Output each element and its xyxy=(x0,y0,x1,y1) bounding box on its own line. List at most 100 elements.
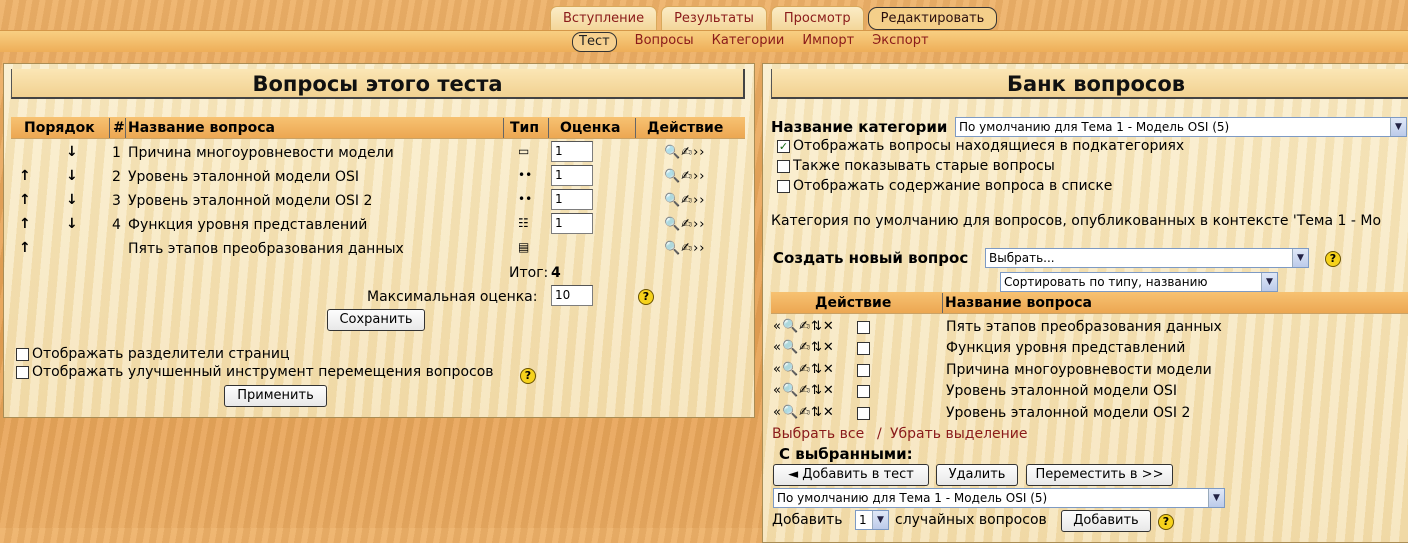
questions-table-header: Порядок # Название вопроса Тип Оценка Де… xyxy=(11,117,745,139)
category-select[interactable]: По умолчанию для Тема 1 - Модель OSI (5)… xyxy=(955,117,1407,137)
arrow-up-icon[interactable]: ↑ xyxy=(19,168,31,184)
bank-row-actions[interactable]: «🔍✍⇅✕ xyxy=(773,383,835,398)
select-separator: / xyxy=(877,426,882,442)
question-bank-panel: Банк вопросов Название категории По умол… xyxy=(762,63,1408,543)
show-reorder-tool-label: Отображать улучшенный инструмент перемещ… xyxy=(32,364,494,380)
bank-question-name: Уровень эталонной модели OSI 2 xyxy=(946,405,1191,421)
bank-question-name: Причина многоуровневости модели xyxy=(946,362,1212,378)
row-actions[interactable]: 🔍✍›› xyxy=(664,193,705,208)
col-name: Название вопроса xyxy=(945,295,1092,311)
chevron-down-icon: ▼ xyxy=(1208,489,1224,507)
chevron-down-icon: ▼ xyxy=(1292,249,1308,267)
random-suffix-label: случайных вопросов xyxy=(895,512,1047,528)
subtab-export[interactable]: Экспорт xyxy=(872,30,928,52)
row-actions[interactable]: 🔍✍›› xyxy=(664,145,705,160)
move-to-button[interactable]: Переместить в >> xyxy=(1026,464,1173,486)
multichoice-type-icon: ☷ xyxy=(518,216,529,230)
bank-row-actions[interactable]: «🔍✍⇅✕ xyxy=(773,340,835,355)
bank-row-checkbox[interactable] xyxy=(857,342,870,355)
subtabs: Тест Вопросы Категории Импорт Экспорт xyxy=(572,30,929,52)
tab-preview[interactable]: Просмотр xyxy=(770,6,864,30)
arrow-down-icon[interactable]: ↓ xyxy=(66,192,78,208)
question-name: Уровень эталонной модели OSI xyxy=(128,169,360,185)
bank-row-actions[interactable]: «🔍✍⇅✕ xyxy=(773,405,835,420)
bank-table-header: Действие Название вопроса xyxy=(771,292,1408,314)
shortanswer-type-icon: ▭ xyxy=(518,144,530,158)
select-all-link[interactable]: Выбрать все xyxy=(772,426,864,442)
panel-title: Банк вопросов xyxy=(771,69,1408,99)
question-name: Уровень эталонной модели OSI 2 xyxy=(128,193,373,209)
grade-input[interactable]: 1 xyxy=(551,213,593,234)
bank-row-checkbox[interactable] xyxy=(857,364,870,377)
bank-row-checkbox[interactable] xyxy=(857,385,870,398)
random-count-select[interactable]: 1 ▼ xyxy=(855,510,889,530)
grade-input[interactable]: 1 xyxy=(551,189,593,210)
help-icon[interactable]: ? xyxy=(638,289,654,305)
show-page-breaks-checkbox[interactable] xyxy=(16,348,29,361)
deselect-all-link[interactable]: Убрать выделение xyxy=(890,426,1028,442)
arrow-down-icon[interactable]: ↓ xyxy=(66,144,78,160)
help-icon[interactable]: ? xyxy=(520,368,536,384)
show-old-label: Также показывать старые вопросы xyxy=(793,158,1055,174)
bank-row-actions[interactable]: «🔍✍⇅✕ xyxy=(773,362,835,377)
create-question-label: Создать новый вопрос xyxy=(773,249,969,267)
bank-row-checkbox[interactable] xyxy=(857,407,870,420)
bank-question-name: Пять этапов преобразования данных xyxy=(946,319,1222,335)
question-num: 4 xyxy=(112,217,121,233)
move-target-select[interactable]: По умолчанию для Тема 1 - Модель OSI (5)… xyxy=(773,488,1225,508)
show-subcats-checkbox[interactable] xyxy=(777,140,790,153)
show-page-breaks-label: Отображать разделители страниц xyxy=(32,346,290,362)
apply-button[interactable]: Применить xyxy=(224,385,327,407)
arrow-down-icon[interactable]: ↓ xyxy=(66,216,78,232)
row-actions[interactable]: 🔍✍›› xyxy=(664,217,705,232)
subtab-quiz[interactable]: Тест xyxy=(572,32,617,52)
col-order: Порядок xyxy=(24,120,95,136)
arrow-up-icon[interactable]: ↑ xyxy=(19,240,31,256)
total-label: Итог: xyxy=(509,265,549,281)
question-name: Функция уровня представлений xyxy=(128,217,368,233)
description-type-icon: ▤ xyxy=(518,240,530,254)
delete-button[interactable]: Удалить xyxy=(936,464,1018,486)
show-subcats-label: Отображать вопросы находящиеся в подкате… xyxy=(793,138,1185,154)
sort-select[interactable]: Сортировать по типу, названию ▼ xyxy=(1000,272,1278,292)
max-grade-input[interactable]: 10 xyxy=(551,285,593,306)
tab-results[interactable]: Результаты xyxy=(661,6,767,30)
subtab-categories[interactable]: Категории xyxy=(712,30,785,52)
save-button[interactable]: Сохранить xyxy=(327,309,425,331)
chevron-down-icon: ▼ xyxy=(1390,118,1406,136)
row-actions[interactable]: 🔍✍›› xyxy=(664,241,705,256)
add-random-label: Добавить xyxy=(772,512,843,528)
grade-input[interactable]: 1 xyxy=(551,165,593,186)
col-action: Действие xyxy=(647,120,724,136)
row-actions[interactable]: 🔍✍›› xyxy=(664,169,705,184)
add-random-button[interactable]: Добавить xyxy=(1061,510,1151,532)
help-icon[interactable]: ? xyxy=(1325,251,1341,267)
move-target-value: По умолчанию для Тема 1 - Модель OSI (5) xyxy=(777,491,1048,505)
tab-edit[interactable]: Редактировать xyxy=(867,7,998,30)
grade-input[interactable]: 1 xyxy=(551,141,593,162)
bank-row-checkbox[interactable] xyxy=(857,321,870,334)
subtab-import[interactable]: Импорт xyxy=(802,30,854,52)
create-question-select[interactable]: Выбрать... ▼ xyxy=(985,248,1309,268)
create-question-value: Выбрать... xyxy=(989,251,1055,265)
show-reorder-tool-checkbox[interactable] xyxy=(16,366,29,379)
col-grade: Оценка xyxy=(560,120,621,136)
truefalse-type-icon: •• xyxy=(518,168,533,182)
show-old-checkbox[interactable] xyxy=(777,160,790,173)
bank-row-actions[interactable]: «🔍✍⇅✕ xyxy=(773,319,835,334)
col-num: # xyxy=(113,120,125,136)
tab-intro[interactable]: Вступление xyxy=(550,6,658,30)
arrow-up-icon[interactable]: ↑ xyxy=(19,216,31,232)
col-type: Тип xyxy=(510,120,540,136)
quiz-questions-panel: Вопросы этого теста Порядок # Название в… xyxy=(3,63,755,418)
max-grade-label: Максимальная оценка: xyxy=(367,289,538,305)
add-to-test-button[interactable]: ◄ Добавить в тест xyxy=(773,464,929,486)
arrow-up-icon[interactable]: ↑ xyxy=(19,192,31,208)
category-info: Категория по умолчанию для вопросов, опу… xyxy=(771,213,1382,229)
arrow-down-icon[interactable]: ↓ xyxy=(66,168,78,184)
show-content-checkbox[interactable] xyxy=(777,180,790,193)
question-num: 3 xyxy=(112,193,121,209)
subtab-questions[interactable]: Вопросы xyxy=(635,30,694,52)
truefalse-type-icon: •• xyxy=(518,192,533,206)
question-name: Пять этапов преобразования данных xyxy=(128,241,404,257)
